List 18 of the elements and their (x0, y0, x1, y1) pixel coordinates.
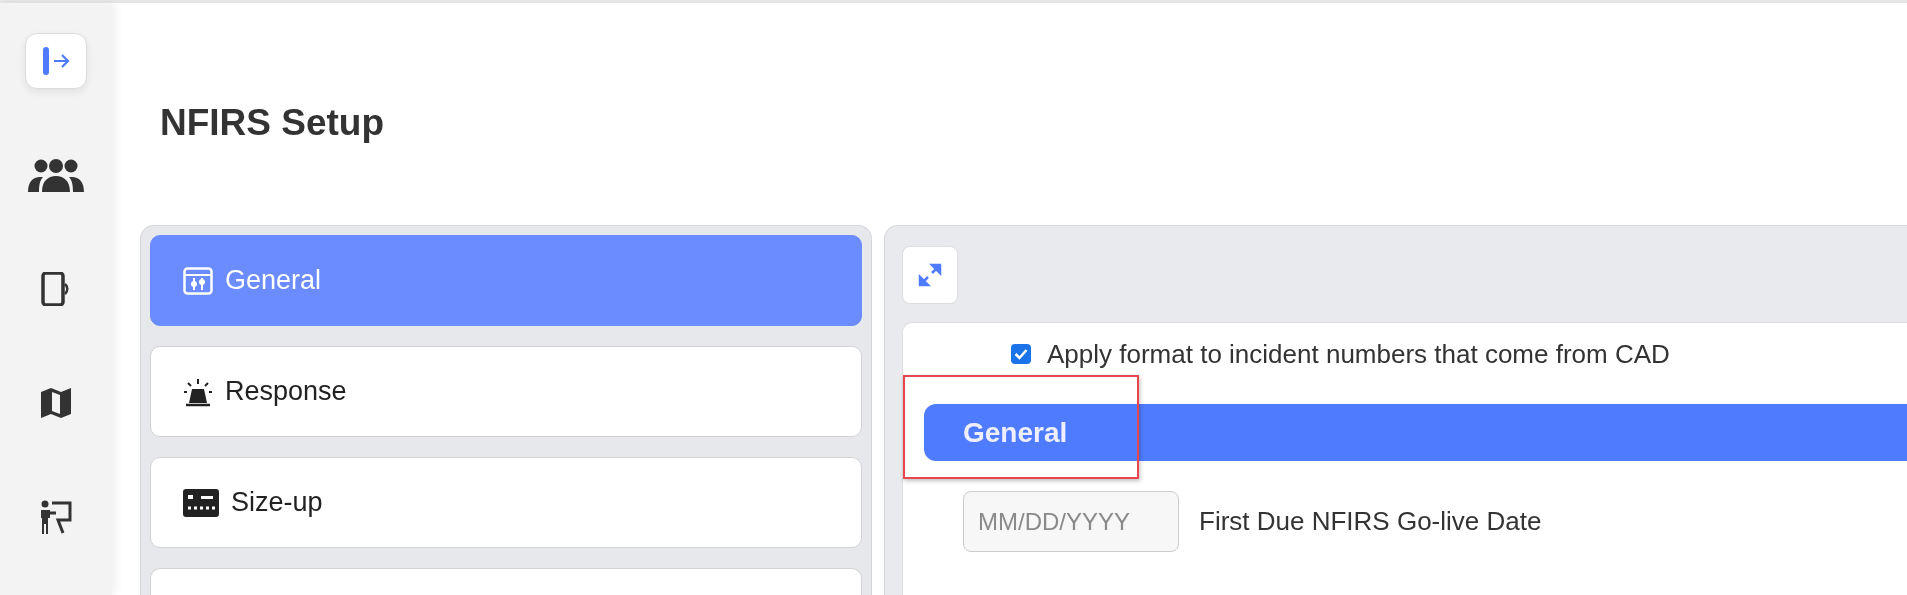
page-title: NFIRS Setup (160, 101, 386, 145)
dashboard-icon (183, 488, 219, 517)
checkbox-label: Apply format to incident numbers that come from CAD (1047, 338, 1670, 370)
sliders-icon (183, 266, 213, 295)
people-icon (28, 158, 84, 192)
section-title: General (963, 416, 1068, 449)
expand-button[interactable] (902, 246, 958, 304)
siren-icon (183, 376, 213, 407)
date-label: First Due NFIRS Go-live Date (1199, 506, 1542, 537)
checkbox[interactable] (1011, 344, 1031, 364)
exit-icon (42, 46, 70, 76)
map-icon (40, 387, 72, 419)
menu-item[interactable]: Response (150, 346, 862, 437)
expand-icon (918, 263, 942, 287)
phone-signal-icon (41, 272, 71, 306)
date-field[interactable]: MM/DD/YYYY (963, 491, 1179, 552)
presenter-icon (40, 500, 72, 534)
menu-item[interactable]: Size-up (150, 457, 862, 548)
